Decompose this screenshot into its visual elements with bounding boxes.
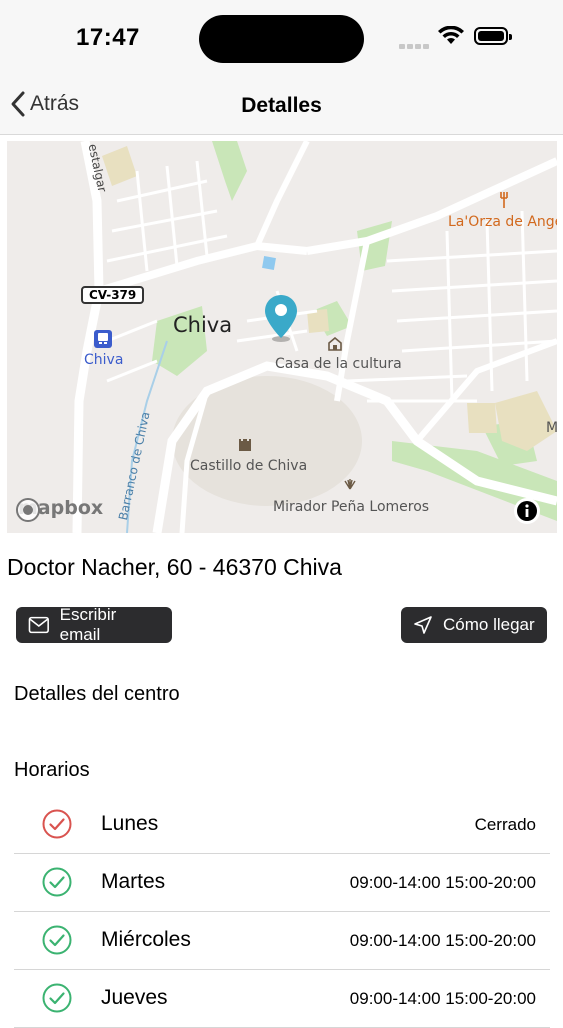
navigation-arrow-icon xyxy=(414,616,432,634)
open-check-icon xyxy=(42,867,72,897)
schedule-hours: 09:00-14:00 15:00-20:00 xyxy=(349,931,536,950)
road-shield: CV-379 xyxy=(81,286,145,304)
dynamic-island xyxy=(199,15,364,63)
schedule-row-martes: Martes 09:00-14:00 15:00-20:00 xyxy=(14,854,550,912)
schedule-hours: 09:00-14:00 15:00-20:00 xyxy=(349,873,536,892)
train-station-icon xyxy=(94,330,112,348)
castle-icon xyxy=(239,439,251,451)
schedule-day: Lunes xyxy=(101,812,159,835)
envelope-icon xyxy=(28,616,49,634)
address-text: Doctor Nacher, 60 - 46370 Chiva xyxy=(7,554,342,580)
location-pin-icon[interactable] xyxy=(263,293,299,343)
schedule-row-lunes: Lunes Cerrado xyxy=(14,796,550,854)
building-icon xyxy=(328,337,342,351)
viewpoint-label: Mirador Peña Lomeros xyxy=(273,499,430,515)
map-view[interactable]: CV-379 estalgar Chiva Chiva Barranco de … xyxy=(7,141,557,533)
directions-label: Cómo llegar xyxy=(443,615,535,634)
schedule-day: Martes xyxy=(101,870,166,893)
navigation-bar: Atrás Detalles xyxy=(0,78,563,135)
cellular-signal-icon xyxy=(399,36,431,54)
schedule-hours: Cerrado xyxy=(474,815,536,834)
castle-label: Castillo de Chiva xyxy=(190,458,308,474)
map-edge-label: M xyxy=(546,420,557,436)
mapbox-logo-icon xyxy=(16,498,40,522)
station-label: Chiva xyxy=(84,352,124,368)
open-check-icon xyxy=(42,983,72,1013)
closed-check-icon xyxy=(42,809,72,839)
restaurant-label: La'Orza de Ange xyxy=(448,214,557,230)
page-title: Detalles xyxy=(241,94,322,117)
schedule-day: Miércoles xyxy=(101,928,191,951)
info-icon[interactable] xyxy=(513,497,541,525)
open-check-icon xyxy=(42,925,72,955)
schedule-hours: 09:00-14:00 15:00-20:00 xyxy=(349,989,536,1008)
schedule-row-jueves: Jueves 09:00-14:00 15:00-20:00 xyxy=(14,970,550,1028)
restaurant-icon xyxy=(500,192,508,208)
schedule-heading: Horarios xyxy=(14,759,90,781)
status-time: 17:47 xyxy=(76,24,140,51)
center-details-heading: Detalles del centro xyxy=(14,683,180,705)
battery-icon xyxy=(474,27,512,45)
town-label: Chiva xyxy=(173,313,233,337)
schedule-day: Jueves xyxy=(101,986,168,1009)
schedule-row-miercoles: Miércoles 09:00-14:00 15:00-20:00 xyxy=(14,912,550,970)
write-email-button[interactable]: Escribir email xyxy=(16,605,172,644)
status-bar: 17:47 xyxy=(0,0,563,78)
viewpoint-icon xyxy=(344,479,356,490)
write-email-label: Escribir email xyxy=(59,605,117,644)
wifi-icon xyxy=(438,26,464,44)
mapbox-logo[interactable]: mapbox xyxy=(15,497,103,522)
culture-house-label: Casa de la cultura xyxy=(275,356,402,372)
directions-button[interactable]: Cómo llegar xyxy=(401,607,547,643)
